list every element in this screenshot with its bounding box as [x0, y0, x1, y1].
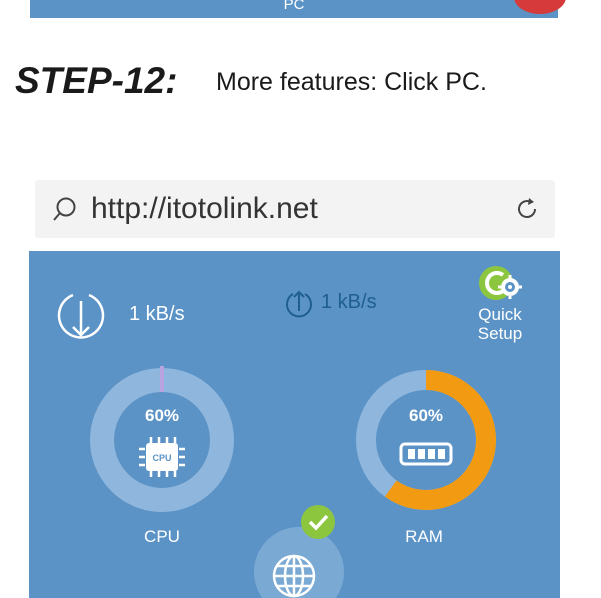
pc-label: PC — [283, 0, 305, 13]
step-title: STEP-12: — [15, 60, 178, 101]
cpu-chip-text: CPU — [152, 453, 171, 463]
url-text[interactable]: http://itotolink.net — [91, 192, 318, 226]
search-icon[interactable] — [52, 196, 78, 222]
reload-icon[interactable] — [515, 197, 539, 221]
download-icon — [57, 293, 105, 339]
download-rate: 1 kB/s — [129, 303, 185, 325]
quick-setup-button[interactable]: Quick Setup — [467, 261, 533, 343]
address-bar[interactable]: http://itotolink.net — [35, 180, 555, 238]
cpu-label: CPU — [144, 527, 180, 546]
check-icon — [301, 505, 335, 539]
ram-usage-arc — [384, 370, 496, 510]
ram-gauge-ring — [356, 370, 496, 510]
cpu-gauge[interactable]: 60% CPU — [87, 365, 237, 515]
cpu-chip-icon: CPU — [139, 437, 185, 477]
router-dashboard: 1 kB/s 1 kB/s Quick Setup 60% CPU CPU 60… — [29, 251, 560, 598]
previous-step-screen-strip: PC — [30, 0, 566, 18]
cpu-gauge-marker — [160, 366, 164, 392]
upload-rate: 1 kB/s — [321, 291, 377, 313]
step-instruction: More features: Click PC. — [216, 68, 487, 96]
upload-icon — [286, 290, 312, 318]
ram-label: RAM — [405, 527, 443, 546]
cpu-percent: 60% — [144, 406, 180, 425]
ram-percent: 60% — [408, 406, 444, 425]
quick-setup-label[interactable]: Quick Setup — [470, 305, 530, 343]
memory-icon — [399, 442, 453, 466]
tutorial-page: PC STEP-12: More features: Click PC. htt… — [0, 0, 601, 598]
quick-setup-icon[interactable] — [478, 261, 522, 305]
globe-icon[interactable] — [271, 553, 317, 598]
ram-gauge[interactable]: 60% — [351, 365, 501, 515]
